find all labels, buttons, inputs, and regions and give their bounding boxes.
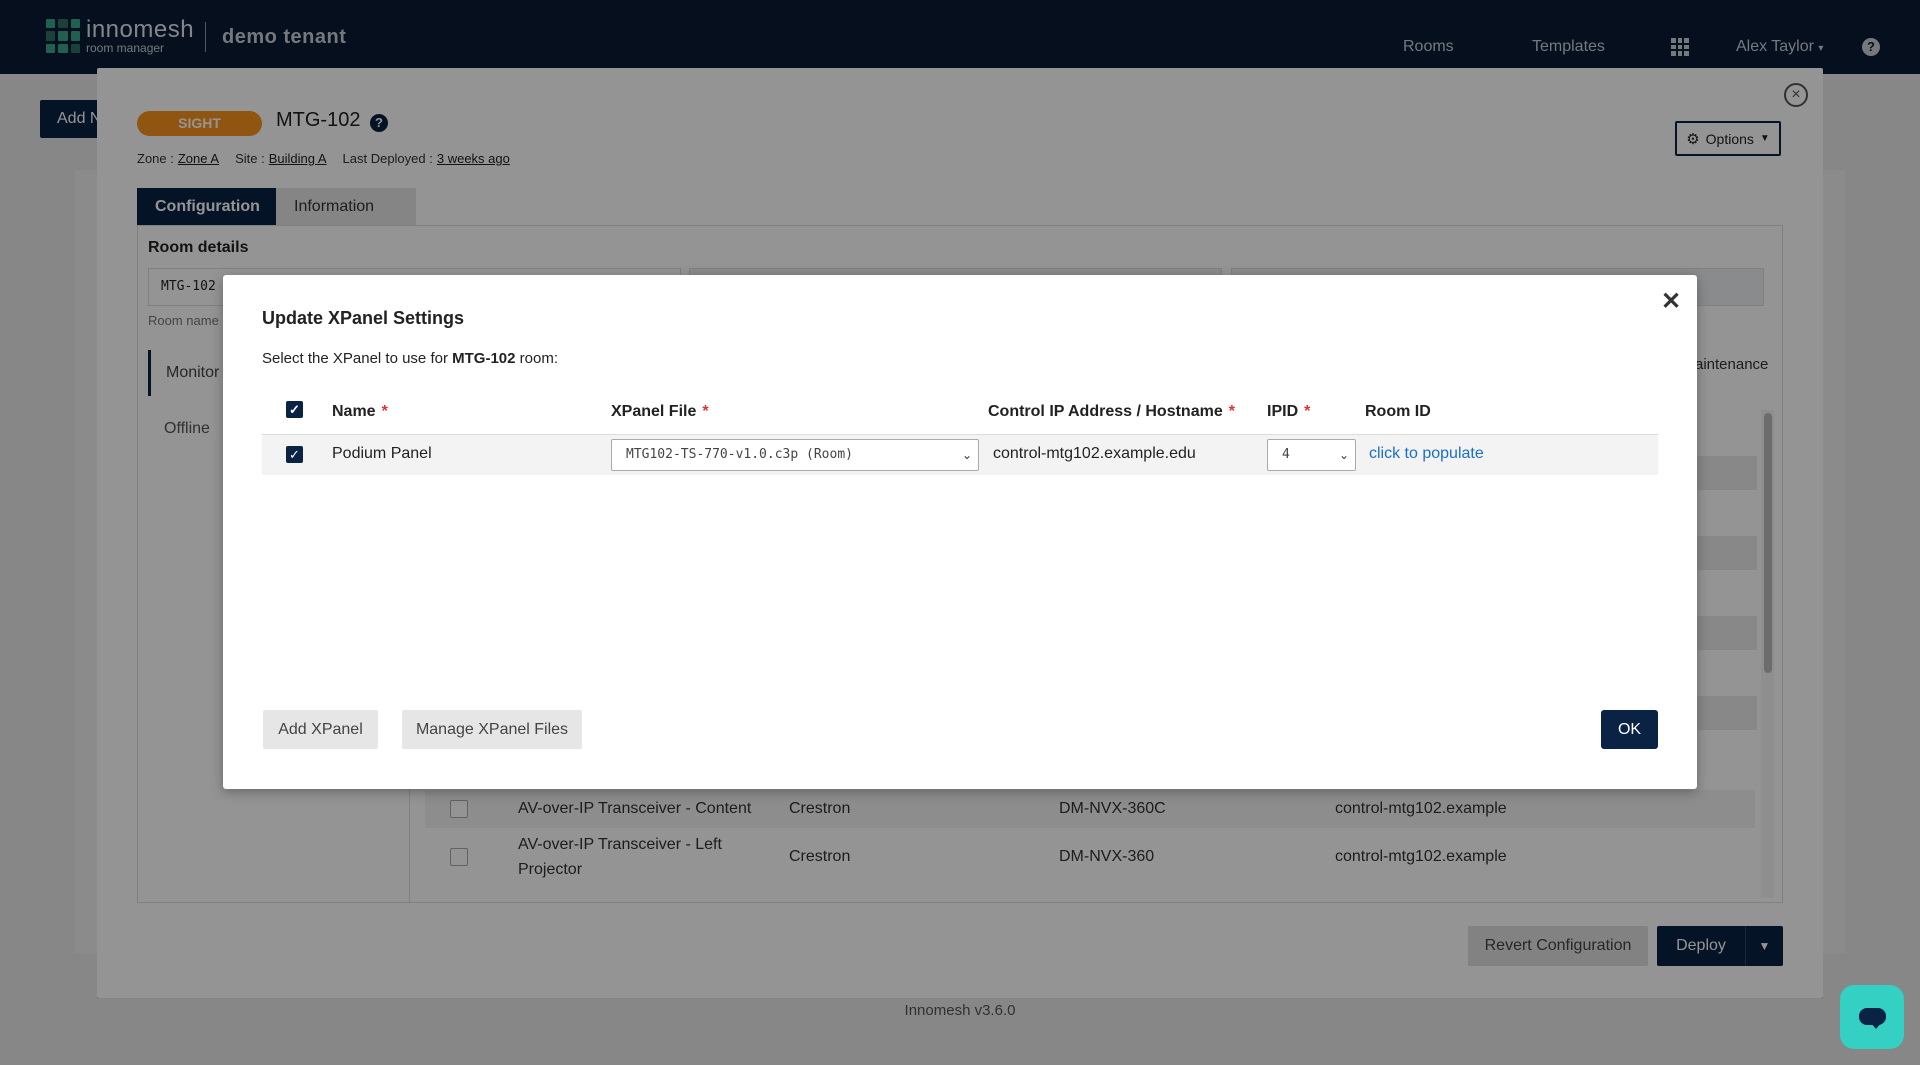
chat-icon [1859,1008,1886,1029]
subtitle-text: Select the XPanel to use for [262,350,448,367]
modal-title: Update XPanel Settings [262,308,465,328]
ipid-select[interactable]: 4 ⌄ [1267,439,1356,471]
col-ipid: IPID * [1267,403,1310,421]
col-ipid-label: IPID [1267,403,1299,420]
xpanel-name: Podium Panel [332,445,432,462]
row-checkbox[interactable]: ✓ [286,446,303,463]
required-mark: * [1228,403,1235,420]
add-xpanel-button[interactable]: Add XPanel [263,710,378,749]
subtitle-room: MTG-102 [452,350,516,367]
populate-room-id-link[interactable]: click to populate [1369,445,1484,463]
chevron-down-icon: ⌄ [961,448,972,462]
xpanel-settings-modal: Update XPanel Settings ✕ Select the XPan… [223,275,1697,789]
col-ip-label: Control IP Address / Hostname [988,403,1223,420]
col-name-label: Name [332,403,376,420]
ipid-value: 4 [1282,447,1290,462]
check-icon: ✓ [286,401,303,418]
manage-xpanel-files-button[interactable]: Manage XPanel Files [402,710,582,749]
chat-button[interactable] [1840,985,1904,1049]
subtitle-suffix: room: [519,350,558,367]
required-mark: * [1304,403,1311,420]
ok-button[interactable]: OK [1601,710,1658,749]
col-name: Name * [332,403,388,421]
col-control-ip: Control IP Address / Hostname * [988,403,1235,421]
select-all-checkbox[interactable]: ✓ [286,401,303,419]
close-icon[interactable]: ✕ [1661,287,1681,316]
control-ip-value[interactable]: control-mtg102.example.edu [993,445,1196,463]
chevron-down-icon: ⌄ [1338,448,1349,462]
xpanel-file-select[interactable]: MTG102-TS-770-v1.0.c3p (Room) ⌄ [611,439,979,471]
xpanel-file-value: MTG102-TS-770-v1.0.c3p (Room) [626,447,853,462]
col-xpanel-file: XPanel File * [611,403,709,421]
col-room-id: Room ID [1365,403,1431,420]
col-file-label: XPanel File [611,403,697,420]
required-mark: * [381,403,388,420]
required-mark: * [702,403,709,420]
modal-subtitle: Select the XPanel to use for MTG-102 roo… [262,350,558,367]
table-row: ✓ Podium Panel MTG102-TS-770-v1.0.c3p (R… [262,435,1658,475]
